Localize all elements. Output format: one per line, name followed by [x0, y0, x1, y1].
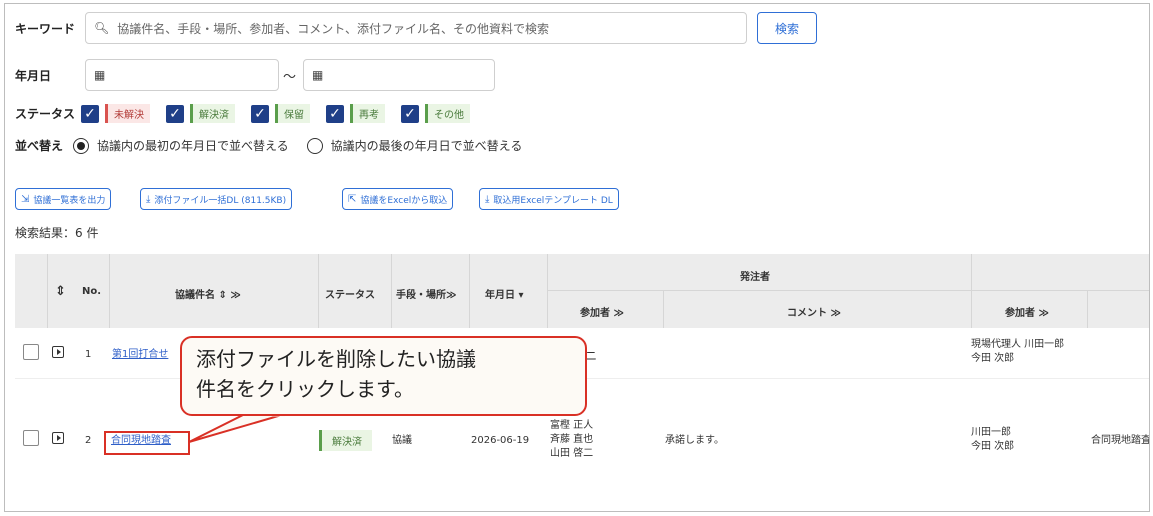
- download-template-label: 取込用Excelテンプレート DL: [493, 195, 613, 206]
- import-icon: ⇱: [348, 193, 357, 205]
- keyword-placeholder: 協議件名、手段・場所、参加者、コメント、添付ファイル名、その他資料で検索: [117, 21, 549, 36]
- sort-option-last[interactable]: 協議内の最後の年月日で並べ替える: [331, 137, 523, 154]
- row-method: 協議: [392, 435, 412, 446]
- status-checkbox-other[interactable]: ✓: [401, 104, 420, 123]
- callout-line-2: 件名をクリックします。: [196, 377, 414, 401]
- header-orderer-group: 発注者: [740, 272, 770, 283]
- row-contractor-participant-1: 現場代理人 川田一郎: [971, 339, 1065, 350]
- status-checkbox-resolved[interactable]: ✓: [166, 104, 185, 123]
- download-attachments-label: 添付ファイル一括DL (811.5KB): [154, 195, 287, 206]
- status-badge-hold: 保留: [275, 104, 311, 123]
- status-badge-reconsider: 再考: [350, 104, 386, 123]
- download-template-button[interactable]: ⤓ 取込用Excelテンプレート DL: [479, 188, 619, 210]
- row-status-badge: 解決済: [319, 430, 372, 451]
- export-list-label: 協議一覧表を出力: [33, 195, 106, 206]
- date-to-input[interactable]: ▦: [303, 59, 495, 91]
- header-method[interactable]: 手段・場所≫: [396, 286, 456, 301]
- row-contractor-participant-2: 今田 次郎: [971, 353, 1015, 364]
- export-list-button[interactable]: ⇲ 協議一覧表を出力: [15, 188, 112, 210]
- expand-row-icon[interactable]: [52, 432, 64, 444]
- row-orderer-participant-1: 富樫 正人: [550, 420, 594, 431]
- date-separator: ～: [283, 70, 297, 85]
- callout-line-1: 添付ファイルを削除したい協議: [196, 347, 476, 371]
- status-checkbox-reconsider[interactable]: ✓: [326, 104, 345, 123]
- download-attachments-button[interactable]: ⤓ 添付ファイル一括DL (811.5KB): [140, 188, 293, 210]
- date-separator-wrap: ～: [283, 66, 296, 85]
- sort-radio-last[interactable]: [306, 137, 323, 154]
- status-row: ステータス ✓ 未解決 ✓ 解決済 ✓ 保留 ✓ 再考 ✓ その他: [15, 104, 486, 123]
- date-label: 年月日: [15, 69, 52, 83]
- instruction-callout: 添付ファイルを削除したい協議 件名をクリックします。: [180, 336, 587, 416]
- status-badge-resolved: 解決済: [190, 104, 236, 123]
- calendar-icon: ▦: [94, 68, 106, 82]
- status-checkbox-hold[interactable]: ✓: [251, 104, 270, 123]
- row-checkbox[interactable]: [23, 344, 39, 360]
- header-status: ステータス: [325, 290, 375, 301]
- sort-radio-first[interactable]: [73, 137, 90, 154]
- status-badge-other: その他: [425, 104, 471, 123]
- row-checkbox[interactable]: [23, 430, 39, 446]
- sort-label: 並べ替え: [15, 139, 64, 153]
- keyword-input[interactable]: 🔍︎ 協議件名、手段・場所、参加者、コメント、添付ファイル名、その他資料で検索: [85, 12, 747, 44]
- row-orderer-participant-2: 斉藤 直也: [550, 434, 594, 445]
- table-header: ⇕ No. 協議件名 ⇕ ≫ ステータス 手段・場所≫ 年月日 ▾ 発注者 参加…: [15, 254, 1149, 328]
- download-icon: ⤓: [485, 193, 490, 205]
- row-no: 2: [85, 435, 92, 446]
- search-button[interactable]: 検索: [757, 12, 817, 44]
- row-title-link[interactable]: 第1回打合せ: [112, 348, 168, 361]
- row-contractor-participant-2: 今田 次郎: [971, 441, 1015, 452]
- sort-option-first[interactable]: 協議内の最初の年月日で並べ替える: [97, 137, 289, 154]
- status-label: ステータス: [15, 107, 76, 121]
- header-orderer-comment[interactable]: コメント ≫: [787, 304, 841, 319]
- search-icon: 🔍︎: [94, 21, 110, 35]
- sort-toggle-icon[interactable]: ⇕: [55, 284, 66, 299]
- row-orderer-comment: 承諾します。: [665, 435, 724, 446]
- header-date[interactable]: 年月日 ▾: [485, 286, 524, 301]
- import-excel-button[interactable]: ⇱ 協議をExcelから取込: [342, 188, 454, 210]
- row-next-column-value: 合同現地踏査: [1091, 435, 1150, 446]
- header-orderer-participants[interactable]: 参加者 ≫: [580, 304, 624, 319]
- header-contractor-participants[interactable]: 参加者 ≫: [1005, 304, 1049, 319]
- keyword-label: キーワード: [15, 22, 76, 36]
- import-excel-label: 協議をExcelから取込: [360, 195, 448, 206]
- row-no: 1: [85, 349, 92, 360]
- screen-frame: キーワード 🔍︎ 協議件名、手段・場所、参加者、コメント、添付ファイル名、その他…: [4, 3, 1150, 512]
- row-contractor-participant-1: 川田一郎: [971, 427, 1011, 438]
- header-no: No.: [82, 286, 102, 297]
- date-row: 年月日: [15, 67, 51, 84]
- export-icon: ⇲: [21, 193, 30, 205]
- calendar-icon: ▦: [312, 68, 324, 82]
- keyword-row: キーワード: [15, 20, 75, 37]
- date-from-input[interactable]: ▦: [85, 59, 279, 91]
- expand-row-icon[interactable]: [52, 346, 64, 358]
- result-count: 検索結果：6 件: [15, 226, 99, 240]
- row-date: 2026-06-19: [471, 435, 530, 446]
- header-title[interactable]: 協議件名 ⇕ ≫: [175, 286, 241, 301]
- status-badge-unresolved: 未解決: [105, 104, 151, 123]
- download-icon: ⤓: [146, 193, 151, 205]
- row-orderer-participant-3: 山田 啓二: [550, 448, 594, 459]
- sort-row: 並べ替え 協議内の最初の年月日で並べ替える 協議内の最後の年月日で並べ替える: [15, 137, 540, 154]
- status-checkbox-unresolved[interactable]: ✓: [81, 104, 100, 123]
